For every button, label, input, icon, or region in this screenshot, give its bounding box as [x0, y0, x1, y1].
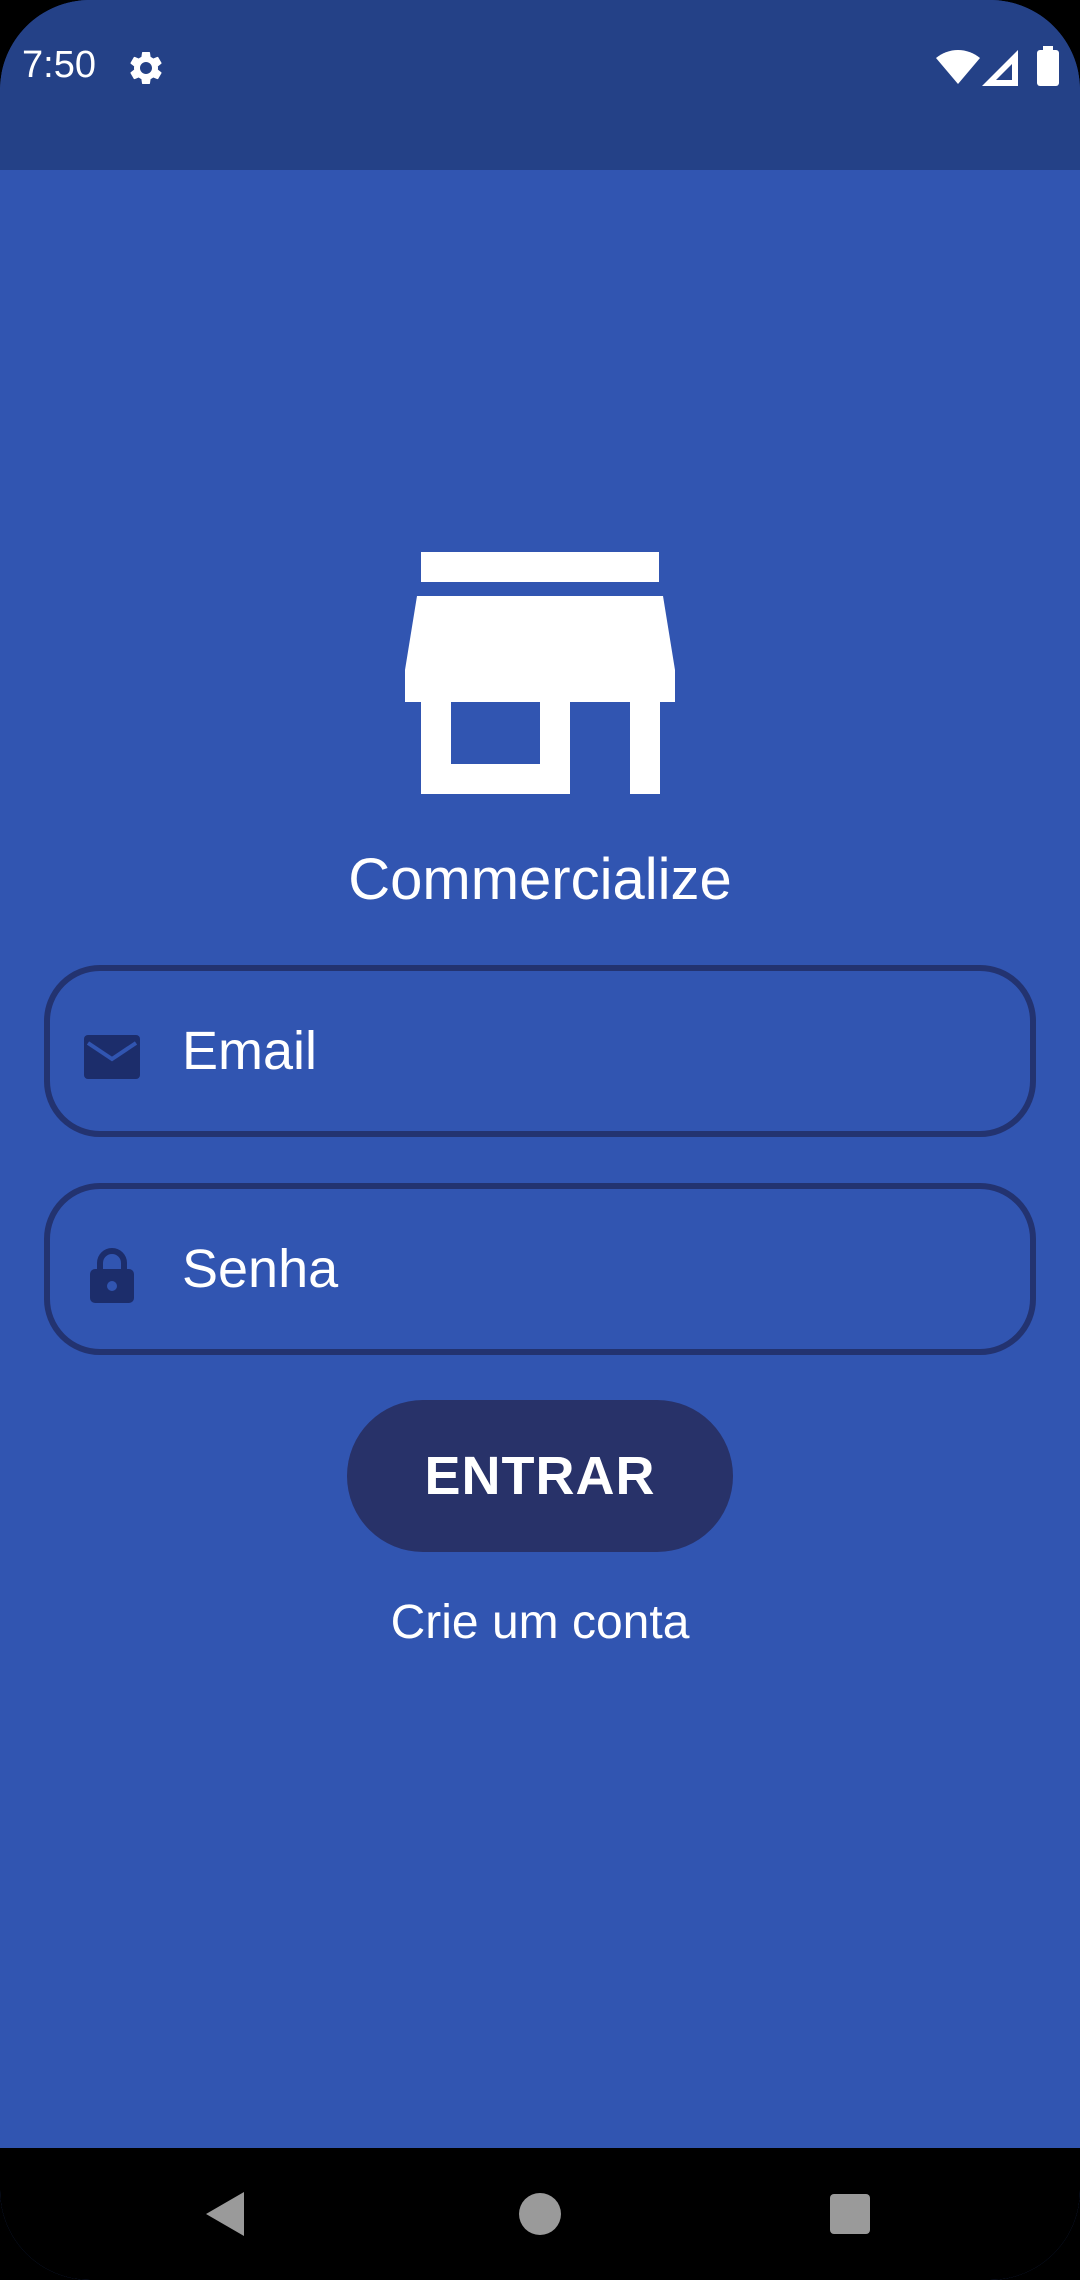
login-button[interactable]: ENTRAR	[347, 1400, 733, 1552]
wifi-icon	[936, 50, 980, 84]
email-input[interactable]	[180, 971, 1000, 1131]
lock-icon	[90, 1248, 134, 1303]
home-icon[interactable]	[519, 2193, 561, 2235]
create-account-link[interactable]: Crie um conta	[0, 1595, 1080, 1650]
navigation-bar	[0, 2148, 1080, 2280]
password-field[interactable]	[44, 1183, 1036, 1355]
signal-icon	[982, 50, 1018, 86]
login-screen: 7:50 Commercialize Email ENTRAR Crie um …	[0, 0, 1080, 2280]
password-input[interactable]	[180, 1189, 1000, 1349]
settings-icon	[130, 51, 162, 84]
status-bar: 7:50	[0, 0, 1080, 170]
recents-icon[interactable]	[830, 2194, 870, 2234]
back-icon[interactable]	[204, 2190, 248, 2238]
status-time: 7:50	[22, 44, 96, 86]
email-field[interactable]	[44, 965, 1036, 1137]
store-icon	[405, 552, 675, 794]
email-icon	[84, 1035, 140, 1079]
app-title: Commercialize	[348, 847, 732, 912]
battery-icon	[1037, 46, 1059, 86]
